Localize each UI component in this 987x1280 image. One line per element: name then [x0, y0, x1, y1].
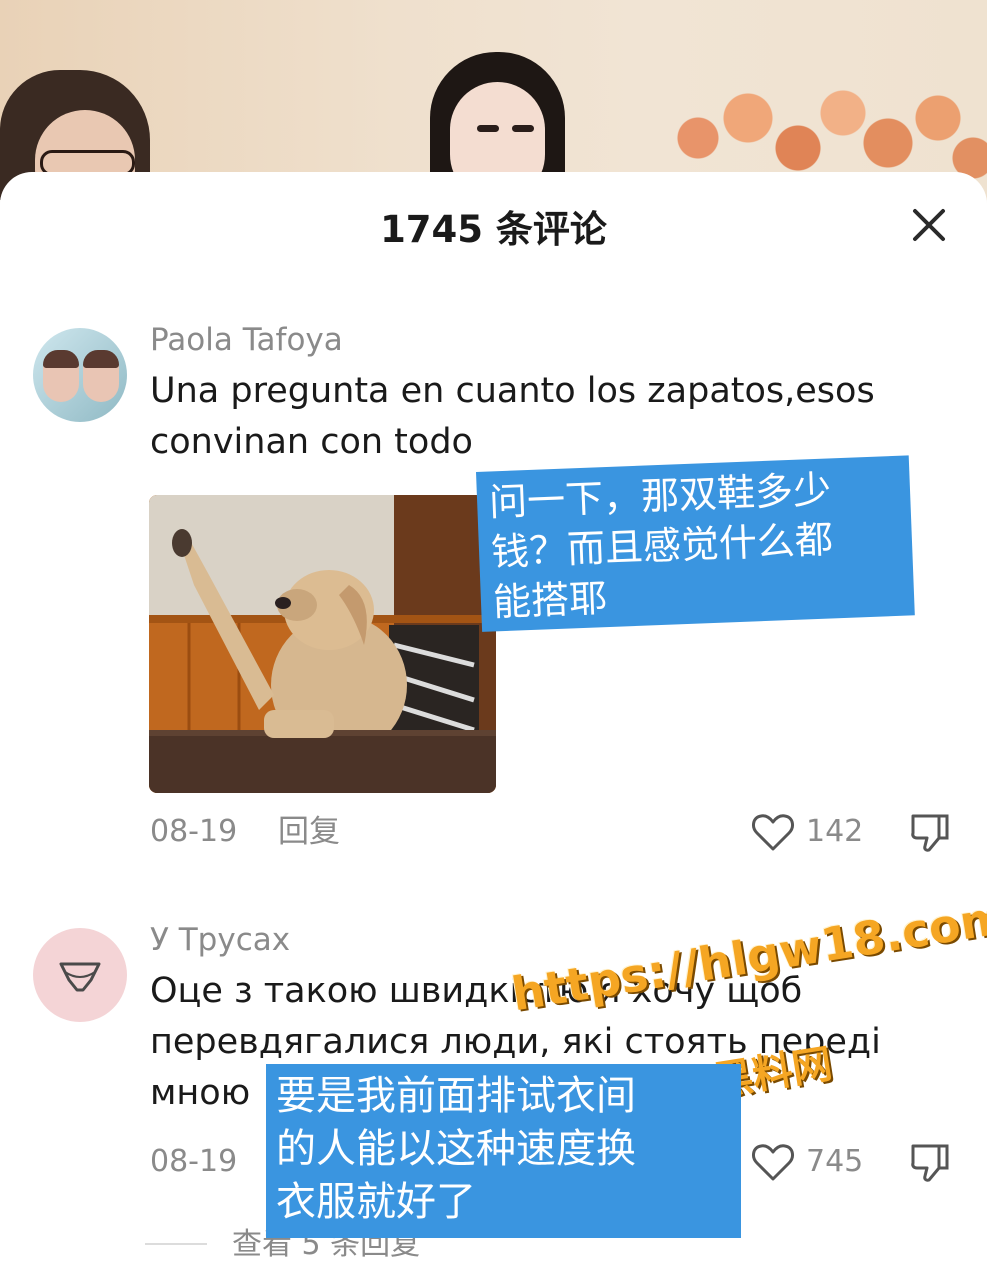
dislike-icon[interactable] — [909, 812, 951, 854]
comment-date: 08-19 — [150, 814, 238, 849]
replies-divider — [145, 1243, 207, 1245]
comments-title: 1745 条评论 — [380, 208, 607, 251]
like-count: 745 — [806, 1144, 864, 1179]
like-count: 142 — [806, 814, 864, 849]
comment-text: Una pregunta en cuanto los zapatos,esos … — [150, 371, 875, 462]
heart-icon[interactable] — [751, 812, 795, 852]
close-icon[interactable] — [911, 207, 947, 243]
avatar[interactable] — [33, 928, 127, 1022]
translation-caption: 要是我前面排试衣间 的人能以这种速度换 衣服就好了 — [266, 1064, 741, 1238]
translation-caption: 问一下，那双鞋多少 钱？而且感觉什么都 能搭耶 — [476, 455, 915, 632]
heart-icon[interactable] — [751, 1142, 795, 1182]
comment-date: 08-19 — [150, 1144, 238, 1179]
comment-username[interactable]: У Трусах — [150, 920, 290, 960]
video-background — [0, 0, 987, 200]
comment-username[interactable]: Paola Tafoya — [150, 320, 343, 360]
dislike-icon[interactable] — [909, 1142, 951, 1184]
comment-image-dog[interactable] — [149, 495, 496, 793]
avatar[interactable] — [33, 328, 127, 422]
reply-button[interactable]: 回复 — [278, 812, 340, 852]
